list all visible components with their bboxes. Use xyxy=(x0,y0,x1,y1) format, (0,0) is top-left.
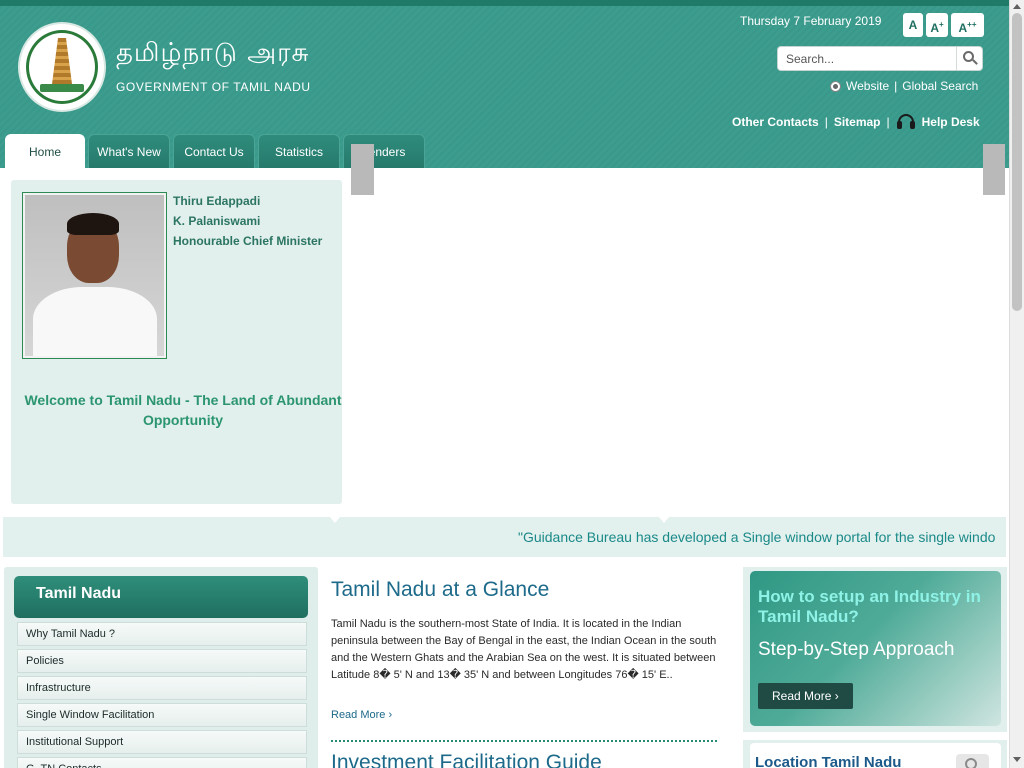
industry-read-more-button[interactable]: Read More › xyxy=(758,683,853,709)
tab-contact-us[interactable]: Contact Us xyxy=(173,134,255,168)
chief-minister-photo xyxy=(22,192,167,359)
search-input[interactable] xyxy=(786,51,954,67)
chief-minister-panel: Thiru Edappadi K. Palaniswami Honourable… xyxy=(11,180,342,504)
photo-figure-hair xyxy=(67,213,119,235)
news-ticker: "Guidance Bureau has developed a Single … xyxy=(3,517,1006,557)
font-size-increase-label: A xyxy=(930,21,939,35)
industry-subtitle: Step-by-Step Approach xyxy=(758,639,955,660)
search-box xyxy=(777,46,983,71)
utility-links: Other Contacts | Sitemap | Help Desk xyxy=(732,113,980,131)
font-size-max-label: A xyxy=(958,21,968,35)
tamil-nadu-sidebar: Tamil Nadu Why Tamil Nadu ? Policies Inf… xyxy=(4,567,318,768)
industry-setup-banner: How to setup an Industry in Tamil Nadu? … xyxy=(750,571,1001,726)
tamil-title: தமிழ்நாடு அரசு xyxy=(116,38,310,68)
photo-figure-body xyxy=(33,287,157,356)
sidebar-item-policies[interactable]: Policies xyxy=(17,649,307,673)
industry-setup-panel: How to setup an Industry in Tamil Nadu? … xyxy=(743,567,1007,732)
emblem-base xyxy=(40,84,84,92)
cm-name-line2: K. Palaniswami xyxy=(173,214,261,228)
sidebar-item-single-window[interactable]: Single Window Facilitation xyxy=(17,703,307,727)
scroll-up-arrow-icon[interactable] xyxy=(1013,4,1021,9)
english-title: GOVERNMENT OF TAMIL NADU xyxy=(116,80,311,94)
state-emblem-logo[interactable] xyxy=(18,22,106,112)
location-panel: Location Tamil Nadu xyxy=(743,740,1007,768)
global-search-link[interactable]: Global Search xyxy=(902,79,978,93)
tab-home[interactable]: Home xyxy=(5,134,85,168)
headset-icon-ear-left xyxy=(896,121,902,129)
ticker-divider xyxy=(659,517,669,523)
scroll-down-arrow-icon[interactable] xyxy=(1013,757,1021,762)
photo-background xyxy=(25,195,164,356)
site-header: தமிழ்நாடு அரசு GOVERNMENT OF TAMIL NADU … xyxy=(0,0,1009,168)
page-scrollbar[interactable] xyxy=(1009,0,1024,768)
other-contacts-link[interactable]: Other Contacts xyxy=(732,115,819,129)
sidebar-item-tn-contacts[interactable]: G. TN Contacts xyxy=(17,757,307,768)
font-size-increase-button[interactable]: A+ xyxy=(926,13,948,37)
link-separator: | xyxy=(886,115,890,129)
search-icon-handle xyxy=(972,59,978,65)
headset-icon xyxy=(896,113,916,131)
sidebar-item-institutional-support[interactable]: Institutional Support xyxy=(17,730,307,754)
link-separator: | xyxy=(824,115,828,129)
sidebar-item-why-tamil-nadu[interactable]: Why Tamil Nadu ? xyxy=(17,622,307,646)
sidebar-heading: Tamil Nadu xyxy=(14,576,308,618)
font-size-max-sup: ++ xyxy=(967,20,977,29)
font-size-normal-button[interactable]: A xyxy=(903,13,923,37)
slider-prev-button[interactable] xyxy=(351,144,374,195)
ticker-text[interactable]: "Guidance Bureau has developed a Single … xyxy=(518,529,995,545)
sidebar-item-infrastructure[interactable]: Infrastructure xyxy=(17,676,307,700)
help-desk-link[interactable]: Help Desk xyxy=(922,115,980,129)
tab-statistics[interactable]: Statistics xyxy=(258,134,340,168)
location-search-button[interactable] xyxy=(956,754,989,768)
investment-guide-title[interactable]: Investment Facilitation Guide xyxy=(331,751,602,768)
section-divider xyxy=(331,740,717,742)
website-radio-label: Website xyxy=(846,79,890,93)
current-date: Thursday 7 February 2019 xyxy=(740,14,882,28)
page: தமிழ்நாடு அரசு GOVERNMENT OF TAMIL NADU … xyxy=(0,0,1024,768)
ticker-divider xyxy=(330,517,340,523)
glance-body: Tamil Nadu is the southern-most State of… xyxy=(331,618,717,681)
search-scope: Website | Global Search xyxy=(830,79,978,93)
glance-title: Tamil Nadu at a Glance xyxy=(331,578,550,601)
industry-title: How to setup an Industry in Tamil Nadu? xyxy=(758,587,981,626)
headset-icon-ear-right xyxy=(909,121,915,129)
font-size-increase-sup: + xyxy=(939,20,944,29)
cm-title: Honourable Chief Minister xyxy=(173,234,323,248)
search-button[interactable] xyxy=(956,47,982,70)
cm-name-line1: Thiru Edappadi xyxy=(173,194,261,208)
font-size-normal-label: A xyxy=(908,18,918,32)
location-card: Location Tamil Nadu xyxy=(750,743,1001,768)
search-icon xyxy=(965,758,977,768)
scope-separator: | xyxy=(894,79,898,93)
font-size-max-button[interactable]: A++ xyxy=(951,13,984,37)
slider-next-button[interactable] xyxy=(983,144,1005,195)
website-radio[interactable] xyxy=(830,80,841,92)
scroll-thumb[interactable] xyxy=(1012,13,1022,311)
tab-whats-new[interactable]: What's New xyxy=(88,134,170,168)
sitemap-link[interactable]: Sitemap xyxy=(834,115,881,129)
glance-read-more-link[interactable]: Read More › xyxy=(331,709,392,721)
welcome-text: Welcome to Tamil Nadu - The Land of Abun… xyxy=(24,392,342,428)
location-title: Location Tamil Nadu xyxy=(755,754,902,768)
